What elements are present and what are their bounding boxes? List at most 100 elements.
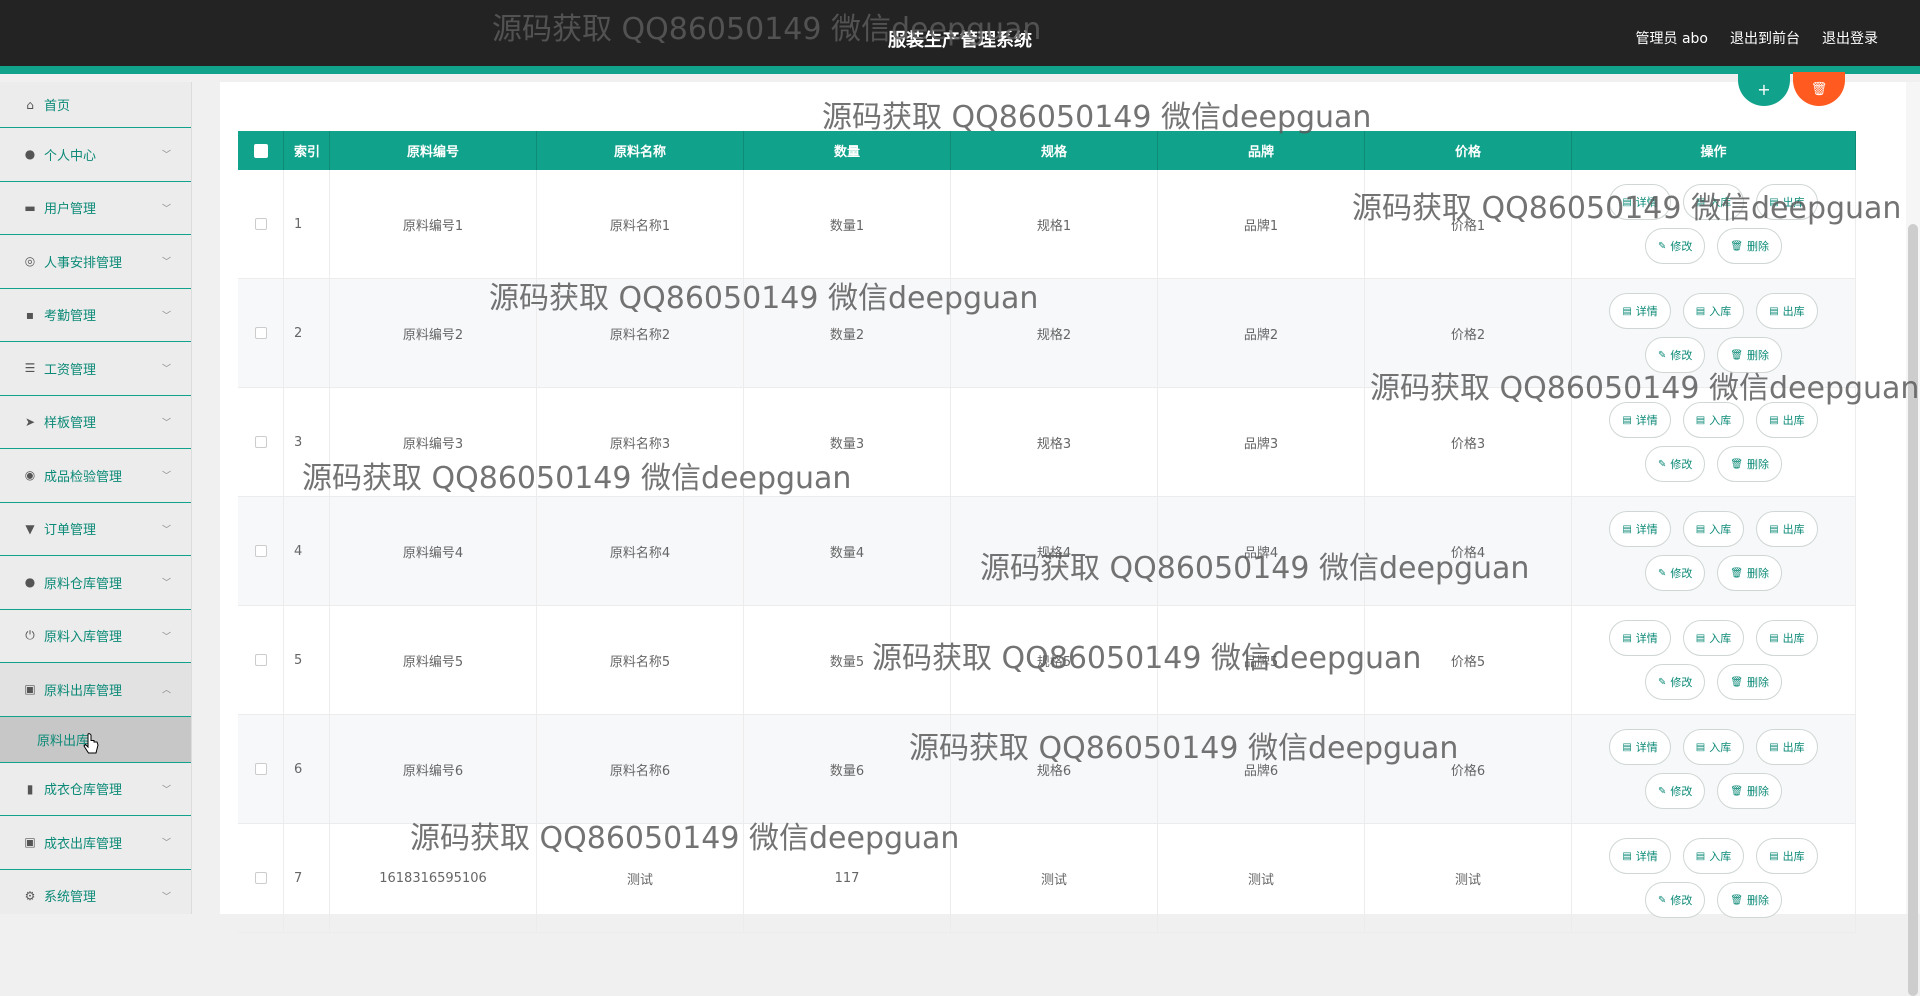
edit-button[interactable]: ✎ 修改 — [1644, 555, 1706, 591]
table-cell: 原料编号2 — [330, 279, 537, 387]
table-cell: 测试 — [951, 824, 1158, 932]
edit-button[interactable]: ✎ 修改 — [1644, 337, 1706, 373]
inbound-button[interactable]: ▤ 入库 — [1682, 184, 1745, 220]
sidebar-item[interactable]: ▣ 成衣出库管理 ﹀ — [0, 816, 191, 870]
sidebar-item[interactable]: ● 原料仓库管理 ﹀ — [0, 556, 191, 610]
outbound-button[interactable]: ▤ 出库 — [1756, 511, 1818, 547]
sidebar-item[interactable]: ● 个人中心 ﹀ — [0, 128, 191, 182]
row-checkbox[interactable] — [254, 436, 267, 448]
edit-button[interactable]: ✎ 修改 — [1644, 228, 1706, 264]
delete-button[interactable]: 🗑 删除 — [1717, 446, 1783, 482]
sidebar-item[interactable]: ⏻ 原料入库管理 ﹀ — [0, 610, 191, 663]
action-label: 出库 — [1782, 305, 1805, 318]
delete-button[interactable]: 🗑 删除 — [1717, 555, 1783, 591]
header-material-name: 原料名称 — [537, 131, 744, 170]
scrollbar-thumb[interactable] — [1908, 224, 1918, 996]
document-icon: ▤ — [1622, 741, 1632, 753]
row-actions-cell: ▤ 详情 ▤ 入库 ▤ 出库 ✎ 修改 🗑 删除 — [1572, 170, 1856, 278]
outbound-button[interactable]: ▤ 出库 — [1756, 620, 1818, 656]
action-label: 详情 — [1635, 523, 1658, 536]
action-label: 入库 — [1709, 850, 1732, 863]
sidebar-item[interactable]: ◉ 成品检验管理 ﹀ — [0, 449, 191, 503]
chevron-down-icon: ﹀ — [161, 150, 171, 161]
row-checkbox[interactable] — [254, 654, 267, 666]
document-icon: ▤ — [1622, 305, 1632, 317]
select-all-checkbox[interactable] — [253, 143, 268, 158]
delete-button[interactable]: 🗑 删除 — [1717, 773, 1783, 809]
outbound-button[interactable]: ▤ 出库 — [1756, 402, 1818, 438]
delete-button[interactable]: 🗑 删除 — [1717, 337, 1783, 373]
edit-button[interactable]: ✎ 修改 — [1644, 664, 1706, 700]
row-checkbox[interactable] — [254, 218, 267, 230]
inbound-button[interactable]: ▤ 入库 — [1682, 293, 1745, 329]
detail-button[interactable]: ▤ 详情 — [1609, 184, 1671, 220]
sidebar-item-label: 考勤管理 — [44, 309, 97, 325]
action-label: 入库 — [1709, 632, 1732, 645]
outbound-button[interactable]: ▤ 出库 — [1756, 293, 1818, 329]
sidebar-item[interactable]: ▪ 考勤管理 ﹀ — [0, 289, 191, 342]
inbound-button[interactable]: ▤ 入库 — [1682, 511, 1745, 547]
sidebar-item[interactable]: ▣ 原料出库管理 ︿ — [0, 663, 191, 717]
row-checkbox[interactable] — [254, 872, 267, 884]
delete-button[interactable]: 🗑 删除 — [1717, 882, 1783, 918]
sidebar-item[interactable]: ◎ 人事安排管理 ﹀ — [0, 235, 191, 289]
document-icon: ▤ — [1695, 741, 1706, 753]
table-cell: 原料名称4 — [537, 497, 744, 605]
detail-button[interactable]: ▤ 详情 — [1609, 620, 1671, 656]
table-cell: 117 — [744, 824, 951, 932]
sidebar-item-label: 原料出库管理 — [44, 683, 123, 699]
detail-button[interactable]: ▤ 详情 — [1609, 402, 1671, 438]
row-checkbox[interactable] — [254, 545, 267, 557]
table-body: 1 原料编号1 原料名称1 数量1 规格1 品牌1 价格1 ▤ 详情 ▤ 入库 ▤ 出库 ✎ 修改 🗑 删除 2 原… — [238, 170, 1856, 933]
sidebar-item[interactable]: ⚙ 系统管理 ﹀ — [0, 870, 191, 915]
delete-button[interactable]: 🗑 删除 — [1717, 664, 1783, 700]
outbound-button[interactable]: ▤ 出库 — [1756, 838, 1818, 874]
edit-icon: ✎ — [1657, 676, 1667, 688]
edit-button[interactable]: ✎ 修改 — [1644, 773, 1706, 809]
sidebar-item[interactable]: ▮ 成衣仓库管理 ﹀ — [0, 763, 191, 816]
inbound-button[interactable]: ▤ 入库 — [1682, 729, 1745, 765]
outbound-button[interactable]: ▤ 出库 — [1756, 729, 1818, 765]
inbound-button[interactable]: ▤ 入库 — [1682, 402, 1745, 438]
sidebar-item[interactable]: ⌂ 首页 — [0, 82, 191, 128]
inbound-button[interactable]: ▤ 入库 — [1682, 620, 1745, 656]
cup-icon: ▼ — [25, 521, 35, 536]
clipboard-icon: ▣ — [24, 835, 36, 850]
inbound-button[interactable]: ▤ 入库 — [1682, 838, 1745, 874]
sidebar-item[interactable]: ▬ 用户管理 ﹀ — [0, 182, 191, 235]
table-cell: 5 — [284, 606, 330, 714]
header-actions: 操作 — [1572, 131, 1856, 170]
chevron-down-icon: ﹀ — [161, 364, 171, 375]
detail-button[interactable]: ▤ 详情 — [1609, 293, 1671, 329]
outbound-button[interactable]: ▤ 出库 — [1756, 184, 1818, 220]
sidebar-item[interactable]: ▼ 订单管理 ﹀ — [0, 503, 191, 556]
action-label: 修改 — [1670, 458, 1693, 471]
scrollbar-track[interactable] — [1906, 82, 1920, 996]
header-material-code: 原料编号 — [330, 131, 537, 170]
detail-button[interactable]: ▤ 详情 — [1609, 838, 1671, 874]
edit-button[interactable]: ✎ 修改 — [1644, 446, 1706, 482]
table-header: 索引 原料编号 原料名称 数量 规格 品牌 价格 操作 — [238, 131, 1856, 170]
sidebar-item[interactable]: ➤ 样板管理 ﹀ — [0, 396, 191, 449]
detail-button[interactable]: ▤ 详情 — [1609, 729, 1671, 765]
row-actions: ▤ 详情 ▤ 入库 ▤ 出库 ✎ 修改 🗑 删除 — [1572, 838, 1855, 918]
table-cell: 价格1 — [1365, 170, 1572, 278]
back-to-frontend-link[interactable]: 退出到前台 — [1730, 28, 1800, 48]
table-cell: 数量1 — [744, 170, 951, 278]
row-actions-cell: ▤ 详情 ▤ 入库 ▤ 出库 ✎ 修改 🗑 删除 — [1572, 824, 1856, 932]
delete-button[interactable]: 🗑 删除 — [1717, 228, 1783, 264]
table-cell: 1618316595106 — [330, 824, 537, 932]
sidebar-item-label: 成衣仓库管理 — [44, 783, 123, 799]
table-row: 3 原料编号3 原料名称3 数量3 规格3 品牌3 价格3 ▤ 详情 ▤ 入库 ▤ 出库 ✎ 修改 🗑 删除 — [238, 388, 1856, 497]
logout-link[interactable]: 退出登录 — [1822, 28, 1878, 48]
detail-button[interactable]: ▤ 详情 — [1609, 511, 1671, 547]
row-checkbox[interactable] — [254, 327, 267, 339]
edit-button[interactable]: ✎ 修改 — [1644, 882, 1706, 918]
admin-user-link[interactable]: 管理员 abo — [1636, 28, 1708, 48]
row-checkbox[interactable] — [254, 763, 267, 775]
person-icon: ● — [24, 575, 36, 590]
action-label: 出库 — [1782, 414, 1805, 427]
document-icon: ▤ — [1622, 414, 1632, 426]
sidebar-item[interactable]: ☰ 工资管理 ﹀ — [0, 342, 191, 396]
table-row: 6 原料编号6 原料名称6 数量6 规格6 品牌6 价格6 ▤ 详情 ▤ 入库 ▤ 出库 ✎ 修改 🗑 删除 — [238, 715, 1856, 824]
